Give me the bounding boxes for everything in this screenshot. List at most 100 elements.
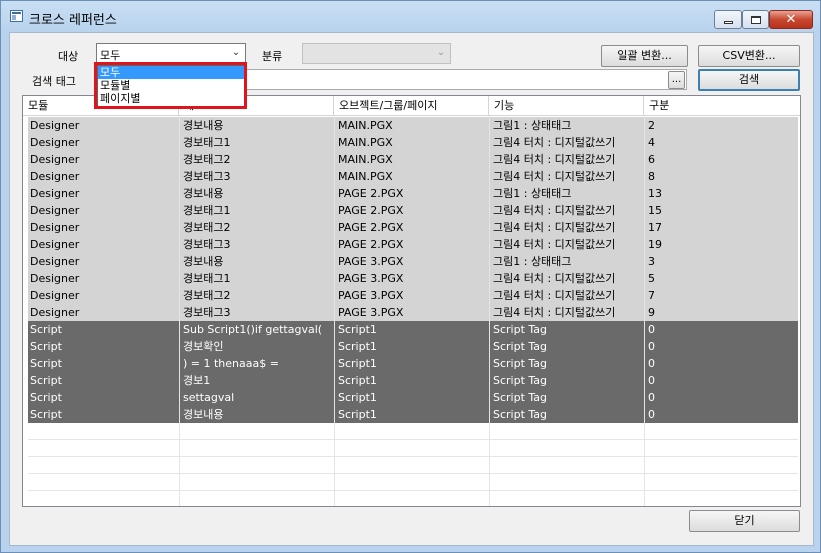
table-row[interactable]: Designer 경보내용 PAGE 2.PGX 그림1 : 상태태그 13 (28, 185, 798, 202)
cell-tag: settagval (183, 391, 235, 404)
cell-type: 6 (648, 153, 655, 166)
cell-type: 2 (648, 119, 655, 132)
cell-function: 그림1 : 상태태그 (493, 187, 572, 200)
chevron-down-icon[interactable]: ⌄ (230, 47, 242, 59)
reference-table[interactable]: 모듈 태그 오브젝트/그룹/페이지 기능 구분 Designer경보내용MAIN… (22, 95, 801, 507)
close-window-button[interactable]: ✕ (769, 10, 813, 29)
cell-module: Script (30, 323, 62, 336)
column-header-type[interactable]: 구분 (644, 96, 800, 116)
target-label: 대상 (58, 50, 79, 63)
cell-module: Script (30, 391, 62, 404)
cell-function: 그림1 : 상태태그 (493, 255, 572, 268)
table-row[interactable]: Designer 경보태그3 PAGE 2.PGX 그림4 터치 : 디지털값쓰기 19 (28, 236, 798, 253)
cell-type: 15 (648, 204, 662, 217)
cell-type: 0 (648, 391, 655, 404)
cell-object: MAIN.PGX (338, 119, 393, 132)
cell-type: 0 (648, 374, 655, 387)
cell-module: Designer (30, 204, 80, 217)
target-dropdown-list[interactable]: 모두 모듈별 페이지별 (97, 65, 245, 107)
csv-convert-button[interactable]: CSV변환... (698, 45, 800, 67)
chevron-down-icon[interactable]: ⌄ (435, 47, 447, 59)
column-header-object[interactable]: 오브젝트/그룹/페이지 (334, 96, 489, 116)
dropdown-option-by-page[interactable]: 페이지별 (98, 92, 244, 105)
table-row[interactable]: Script Sub Script1()if gettagval(Script1 S… (28, 321, 798, 338)
cell-module: Script (30, 357, 62, 370)
cell-tag: 경보태그1 (183, 136, 231, 149)
cell-module: Designer (30, 221, 80, 234)
cell-object: MAIN.PGX (338, 136, 393, 149)
table-row[interactable]: Designer 경보태그1 PAGE 2.PGX 그림4 터치 : 디지털값쓰기 15 (28, 202, 798, 219)
cell-object: PAGE 3.PGX (338, 289, 404, 302)
cell-tag: 경보태그1 (183, 204, 231, 217)
batch-convert-button[interactable]: 일괄 변환... (601, 45, 688, 67)
cell-module: Designer (30, 119, 80, 132)
cell-type: 19 (648, 238, 662, 251)
cell-function: 그림4 터치 : 디지털값쓰기 (493, 153, 616, 166)
title-bar[interactable]: 크로스 레퍼런스 ✕ (1, 1, 820, 31)
cross-reference-window: 크로스 레퍼런스 ✕ 대상 모두 ⌄ 분류 ⌄ 일괄 변환... CSV변환..… (0, 0, 821, 553)
browse-tag-button[interactable]: ... (668, 71, 685, 89)
table-row[interactable]: Script 경보1 Script1 Script Tag 0 (28, 372, 798, 389)
dropdown-option-all[interactable]: 모두 (98, 66, 244, 79)
table-row[interactable]: Designer 경보태그1 MAIN.PGX 그림4 터치 : 디지털값쓰기 4 (28, 134, 798, 151)
table-row[interactable]: Designer 경보태그3 PAGE 3.PGX 그림4 터치 : 디지털값쓰기 9 (28, 304, 798, 321)
table-row[interactable]: Designer 경보태그1 PAGE 3.PGX 그림4 터치 : 디지털값쓰기 5 (28, 270, 798, 287)
table-row[interactable]: Designer 경보태그2 PAGE 2.PGX 그림4 터치 : 디지털값쓰기 17 (28, 219, 798, 236)
cell-function: 그림4 터치 : 디지털값쓰기 (493, 272, 616, 285)
cell-object: PAGE 2.PGX (338, 204, 404, 217)
cell-type: 5 (648, 272, 655, 285)
table-row[interactable]: Script 경보내용 Script1 Script Tag 0 (28, 406, 798, 423)
maximize-button[interactable] (742, 10, 769, 29)
cell-module: Designer (30, 289, 80, 302)
cell-tag: 경보내용 (183, 255, 224, 268)
column-divider (489, 116, 490, 506)
empty-table-row (28, 491, 798, 506)
cell-tag: 경보태그3 (183, 170, 231, 183)
cell-module: Designer (30, 306, 80, 319)
cell-function: 그림4 터치 : 디지털값쓰기 (493, 221, 616, 234)
table-row[interactable]: Designer 경보태그2 MAIN.PGX 그림4 터치 : 디지털값쓰기 6 (28, 151, 798, 168)
cell-type: 8 (648, 170, 655, 183)
cell-function: 그림4 터치 : 디지털값쓰기 (493, 238, 616, 251)
table-row[interactable]: Script) = 1 thenaaa$ = Script1 Script Tag 0 (28, 355, 798, 372)
table-row[interactable]: Designer 경보내용 PAGE 3.PGX 그림1 : 상태태그 3 (28, 253, 798, 270)
column-divider (179, 116, 180, 506)
cell-module: Designer (30, 170, 80, 183)
empty-table-row (28, 457, 798, 474)
cell-module: Designer (30, 255, 80, 268)
search-button[interactable]: 검색 (698, 69, 800, 91)
column-divider (334, 116, 335, 506)
category-combobox[interactable]: ⌄ (302, 43, 451, 64)
column-header-function[interactable]: 기능 (489, 96, 644, 116)
cell-type: 9 (648, 306, 655, 319)
table-row[interactable]: Script settagval Script1 Script Tag 0 (28, 389, 798, 406)
dropdown-option-by-module[interactable]: 모듈별 (98, 79, 244, 92)
cell-tag: 경보태그2 (183, 153, 231, 166)
cell-object: MAIN.PGX (338, 170, 393, 183)
cell-tag: 경보내용 (183, 119, 224, 132)
cell-tag: 경보태그3 (183, 238, 231, 251)
cell-function: Script Tag (493, 340, 548, 353)
cell-object: MAIN.PGX (338, 153, 393, 166)
cell-module: Designer (30, 238, 80, 251)
table-row[interactable]: Designer 경보내용 MAIN.PGX 그림1 : 상태태그 2 (28, 117, 798, 134)
cell-type: 17 (648, 221, 662, 234)
table-row[interactable]: Designer 경보태그2 PAGE 3.PGX 그림4 터치 : 디지털값쓰기 7 (28, 287, 798, 304)
cell-function: 그림4 터치 : 디지털값쓰기 (493, 136, 616, 149)
close-button[interactable]: 닫기 (689, 510, 800, 532)
target-combobox[interactable]: 모두 ⌄ (96, 43, 246, 64)
cell-function: 그림4 터치 : 디지털값쓰기 (493, 170, 616, 183)
cell-tag: 경보내용 (183, 408, 224, 421)
cell-function: 그림1 : 상태태그 (493, 119, 572, 132)
search-tag-label: 검색 태그 (32, 75, 76, 88)
table-row[interactable]: Designer 경보태그3 MAIN.PGX 그림4 터치 : 디지털값쓰기 8 (28, 168, 798, 185)
table-row[interactable]: Script 경보확인 Script1 Script Tag 0 (28, 338, 798, 355)
cell-type: 0 (648, 340, 655, 353)
cell-tag: ) = 1 thenaaa$ = (183, 357, 279, 370)
cell-type: 7 (648, 289, 655, 302)
close-icon: ✕ (785, 12, 797, 27)
dialog-client-area: 대상 모두 ⌄ 분류 ⌄ 일괄 변환... CSV변환... 검색 태그 ...… (9, 32, 814, 546)
cell-type: 4 (648, 136, 655, 149)
minimize-button[interactable] (714, 10, 742, 29)
cell-function: Script Tag (493, 374, 548, 387)
